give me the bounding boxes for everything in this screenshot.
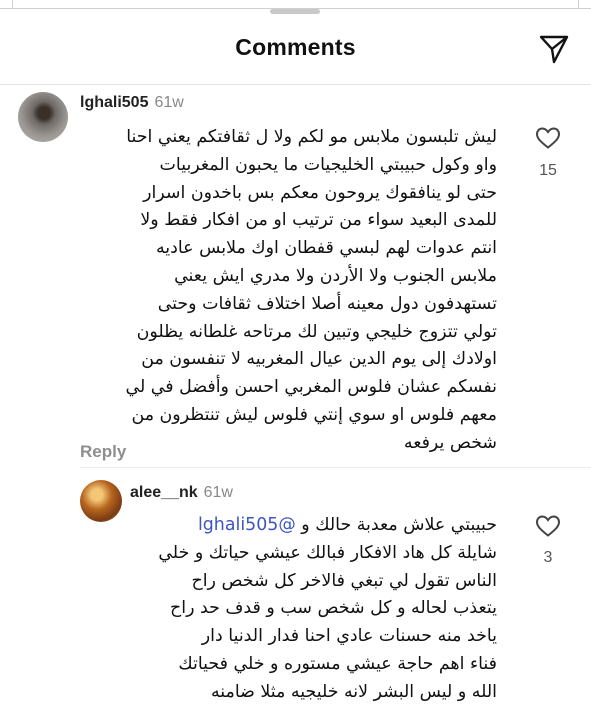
- comment-time: 61w: [154, 94, 184, 111]
- heart-outline-icon[interactable]: [535, 514, 561, 538]
- comment-line: تستهدفون دول معينه أصلا اختلاف ثقافات وح…: [157, 293, 497, 314]
- comment-time: 61w: [203, 484, 233, 501]
- comment-line: اولادك إلى يوم الدين عيال المغربيه لا تن…: [141, 349, 497, 370]
- comment-fragment: حبيبتي علاش معدبة حالك و: [301, 515, 497, 535]
- comments-header: Comments: [0, 20, 591, 74]
- paper-plane-icon[interactable]: [537, 32, 571, 66]
- comment-line: للمدى البعيد سواء من ترتيب او من افكار ف…: [140, 210, 497, 231]
- comment-text: ليش تلبسون ملابس مو لكم ولا ل ثقافتكم يع…: [78, 124, 497, 458]
- mention-link[interactable]: @lghali505: [198, 515, 296, 535]
- avatar[interactable]: [18, 92, 68, 142]
- comment-line: فناء اهم حاجة عيشي مستوره و خلي فحياتك: [178, 653, 497, 674]
- page-title: Comments: [235, 33, 356, 60]
- heart-outline-icon[interactable]: [535, 126, 561, 150]
- comment-line: شخص يرفعه: [403, 432, 497, 453]
- username[interactable]: lghali505: [80, 94, 148, 111]
- comment-line: ملابس الجنوب ولا الأردن ولا مدري ايش يعن…: [174, 265, 497, 286]
- header-divider: [0, 84, 591, 85]
- comment-line: ياخد منه حسنات عادي احنا فدار الدنيا دار: [201, 626, 497, 647]
- like-count: 15: [539, 162, 557, 179]
- like-count: 3: [543, 549, 553, 566]
- reply-button[interactable]: Reply: [80, 442, 126, 462]
- drag-handle[interactable]: [270, 9, 320, 14]
- comment-line: نفسكم عشان فلوس المغربي احسن وأفضل في لي: [125, 377, 497, 398]
- comment-line: تولي تتزوج خليجي وتبين لك مرتاحه غلطانه …: [136, 321, 497, 342]
- comment-line: الله و ليس البشر لانه خليجيه مثلا ضامنه: [210, 681, 497, 702]
- comment-line: واو وكول حبيبتي الخليجيات ما يحبون المغر…: [159, 154, 497, 175]
- comment-line: معهم فلوس او سوي إنتي فلوس ليش تنتظرون م…: [131, 404, 497, 425]
- comment-author[interactable]: alee__nk 61w: [130, 484, 233, 502]
- comment-line: حتى لو ينافقوك يروحون معكم بس باخدون اسر…: [143, 182, 497, 203]
- comment-line: الناس تقول لي تبغي فالاخر كل شخص راح: [191, 570, 497, 591]
- comment-line: حبيبتي علاش معدبة حالك و @lghali505: [124, 512, 497, 540]
- sheet-top-frame: [0, 0, 591, 9]
- comment-line: ليش تلبسون ملابس مو لكم ولا ل ثقافتكم يع…: [126, 127, 497, 147]
- comment-line: انتم عدوات لهم لبسي قفطان اوك ملابس عادي…: [155, 238, 497, 259]
- comment-line: يتعذب لحاله و كل شخص سب و قدف حد راح: [170, 598, 497, 619]
- sheet-corner-right: [578, 0, 591, 8]
- avatar[interactable]: [80, 480, 122, 522]
- thread-divider: [80, 467, 591, 468]
- comment-author[interactable]: lghali505 61w: [80, 94, 184, 112]
- username[interactable]: alee__nk: [130, 484, 198, 501]
- sheet-corner-left: [0, 0, 13, 8]
- comment-line: شايلة كل هاد الافكار فبالك عيشي حياتك و …: [158, 542, 497, 563]
- comment-text: حبيبتي علاش معدبة حالك و @lghali505 شايل…: [124, 512, 497, 707]
